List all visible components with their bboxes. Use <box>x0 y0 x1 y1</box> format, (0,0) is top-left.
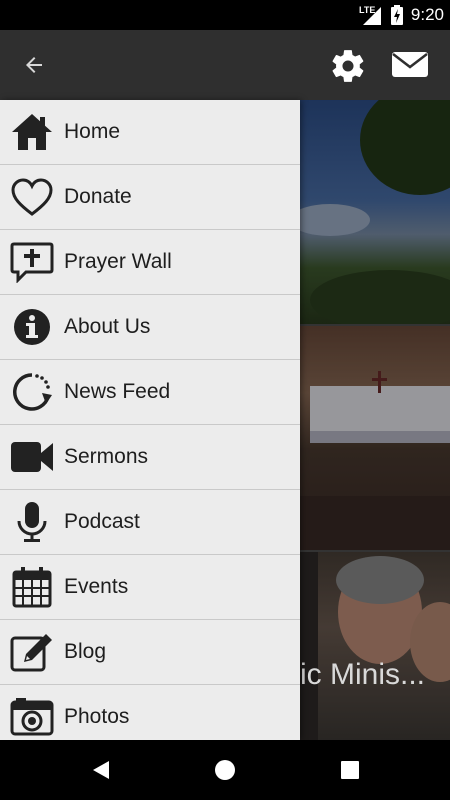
refresh-feed-icon <box>0 360 64 424</box>
info-icon <box>0 295 64 359</box>
settings-button[interactable] <box>329 47 367 85</box>
gear-icon <box>332 50 364 82</box>
menu-item-home[interactable]: Home <box>0 100 300 165</box>
microphone-icon <box>0 490 64 554</box>
menu-label-podcast: Podcast <box>64 510 140 533</box>
lte-signal-icon: LTE <box>359 5 381 25</box>
clock: 9:20 <box>410 5 444 24</box>
menu-label-donate: Donate <box>64 185 132 208</box>
status-bar: LTE 9:20 <box>0 0 450 30</box>
video-camera-icon <box>0 425 64 489</box>
menu-label-sermons: Sermons <box>64 445 149 468</box>
home-icon <box>0 100 64 164</box>
menu-item-about-us[interactable]: About Us <box>0 295 300 360</box>
heart-icon <box>0 165 64 229</box>
envelope-icon <box>392 52 428 77</box>
photo-tile-people[interactable] <box>300 552 450 740</box>
photo-tile-altar[interactable] <box>300 326 450 550</box>
menu-item-photos[interactable]: Photos <box>0 685 300 740</box>
status-icons: LTE 9:20 <box>359 4 444 26</box>
menu-item-news-feed[interactable]: News Feed <box>0 360 300 425</box>
menu-item-prayer-wall[interactable]: Prayer Wall <box>0 230 300 295</box>
triangle-back-icon <box>93 761 109 779</box>
nav-back-button[interactable] <box>85 755 115 785</box>
camera-icon <box>0 685 64 740</box>
arrow-back-icon <box>26 57 42 73</box>
menu-label-photos: Photos <box>64 705 130 728</box>
photo-tile-sky[interactable] <box>300 100 450 324</box>
speech-bubble-cross-icon <box>0 230 64 294</box>
menu-item-sermons[interactable]: Sermons <box>0 425 300 490</box>
menu-label-events: Events <box>64 575 129 598</box>
menu-item-podcast[interactable]: Podcast <box>0 490 300 555</box>
menu-item-events[interactable]: Events <box>0 555 300 620</box>
edit-icon <box>0 620 64 684</box>
square-recents-icon <box>341 761 359 779</box>
system-nav-bar <box>0 740 450 800</box>
circle-home-icon <box>215 760 235 780</box>
nav-home-button[interactable] <box>210 755 240 785</box>
menu-item-donate[interactable]: Donate <box>0 165 300 230</box>
calendar-icon <box>0 555 64 619</box>
tile-caption: ic Minis... <box>300 658 426 691</box>
svg-text:LTE: LTE <box>359 5 375 15</box>
menu-label-home: Home <box>64 120 121 143</box>
menu-label-about-us: About Us <box>64 315 151 338</box>
back-button[interactable] <box>16 50 52 80</box>
menu-label-news-feed: News Feed <box>64 380 171 403</box>
menu-label-prayer-wall: Prayer Wall <box>64 250 172 273</box>
mail-button[interactable] <box>391 49 433 83</box>
menu-item-blog[interactable]: Blog <box>0 620 300 685</box>
battery-charging-icon <box>390 5 403 25</box>
nav-recents-button[interactable] <box>335 755 365 785</box>
home-content <box>300 100 450 740</box>
navigation-drawer: Home Donate Prayer Wall About Us News Fe… <box>0 100 300 740</box>
app-bar <box>0 30 450 100</box>
menu-label-blog: Blog <box>64 640 107 663</box>
